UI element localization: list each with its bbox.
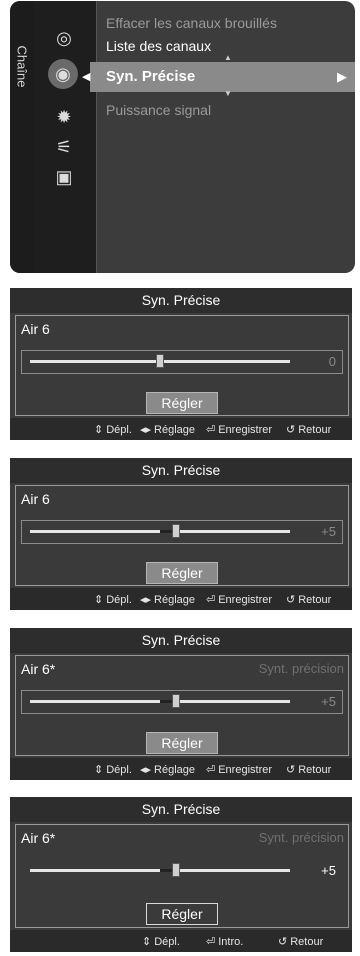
menu-item-fine-tune-label: Syn. Précise — [106, 68, 196, 85]
hint-save: ⏎ Enregistrer — [206, 764, 273, 776]
channel-name: Air 6 — [21, 491, 50, 507]
hint-back: ↺ Retour — [286, 764, 332, 776]
fine-tune-panel-1: Syn. Précise Air 6 0 Régler ⇕ Dépl. ◂▸ Rég… — [10, 288, 352, 440]
adjust-button[interactable]: Régler — [146, 903, 218, 925]
section-label: Chaîne — [14, 45, 30, 88]
channel-name: Air 6* — [21, 661, 56, 677]
hint-move: ⇕ Dépl. — [142, 936, 180, 948]
enter-icon: ⏎ — [206, 424, 216, 436]
panel-footer: ⇕ Dépl. ◂▸ Réglage ⏎ Enregistrer ↺ Retour — [10, 758, 352, 780]
hint-adjust: ◂▸ Réglage — [140, 594, 196, 606]
slider-thumb[interactable] — [172, 524, 180, 538]
slider-value: +5 — [321, 863, 336, 878]
hint-save: ⏎ Enregistrer — [206, 424, 273, 436]
slider-value: 0 — [328, 354, 336, 369]
up-down-icon: ⇕ — [94, 764, 104, 776]
panel-title: Syn. Précise — [10, 288, 352, 313]
fine-tune-slider-box[interactable]: 0 — [21, 350, 343, 374]
left-right-icon: ◂▸ — [140, 594, 152, 606]
menu-item-signal-strength[interactable]: Puissance signal — [106, 102, 211, 118]
slider-track[interactable] — [30, 524, 290, 538]
hint-back: ↺ Retour — [286, 594, 332, 606]
return-icon: ↺ — [286, 594, 296, 606]
menu-item-channel-list[interactable]: Liste des canaux — [106, 38, 211, 54]
fine-tuned-label: Synt. précision — [258, 661, 344, 676]
picture-icon[interactable]: ▣ — [51, 164, 77, 190]
fine-tune-panel-2: Syn. Précise Air 6 +5 Régler ⇕ Dépl. ◂▸ Ré… — [10, 458, 352, 610]
hint-enter: ⏎ Intro. — [206, 936, 244, 948]
return-icon: ↺ — [278, 936, 288, 948]
adjust-button[interactable]: Régler — [146, 392, 218, 414]
panel-title: Syn. Précise — [10, 797, 352, 822]
fine-tune-slider-box[interactable]: +5 — [21, 690, 343, 714]
panel-title: Syn. Précise — [10, 628, 352, 653]
enter-icon: ⏎ — [206, 936, 216, 948]
gear-icon[interactable]: ✹ — [51, 104, 77, 130]
slider-track[interactable] — [30, 863, 290, 877]
menu-item-fine-tune[interactable]: ◀ Syn. Précise ▶ — [82, 62, 355, 92]
hint-back: ↺ Retour — [286, 424, 332, 436]
enter-icon: ⏎ — [206, 764, 216, 776]
slider-thumb[interactable] — [172, 863, 180, 877]
slider-value: +5 — [321, 694, 336, 709]
caret-left-icon: ◀ — [82, 71, 91, 83]
menu-side-strip: Chaîne — [10, 1, 34, 273]
slider-value: +5 — [321, 524, 336, 539]
fine-tune-panel-3: Syn. Précise Air 6* Synt. précision +5 R… — [10, 628, 352, 780]
hint-adjust: ◂▸ Réglage — [140, 424, 196, 436]
return-icon: ↺ — [286, 424, 296, 436]
antenna-icon[interactable]: ⚟ — [51, 134, 77, 160]
slider-thumb[interactable] — [156, 354, 164, 368]
enter-icon: ⏎ — [206, 594, 216, 606]
return-icon: ↺ — [286, 764, 296, 776]
hint-move: ⇕ Dépl. — [94, 424, 132, 436]
hint-back: ↺ Retour — [278, 936, 324, 948]
hint-move: ⇕ Dépl. — [94, 594, 132, 606]
channel-menu: Chaîne ◎ ◉ ✹ ⚟ ▣ Effacer les canaux brou… — [10, 1, 355, 273]
slider-track[interactable] — [30, 694, 290, 708]
scroll-up-icon: ▲ — [224, 53, 232, 62]
panel-footer: ⇕ Dépl. ◂▸ Réglage ⏎ Enregistrer ↺ Retour — [10, 588, 352, 610]
up-down-icon: ⇕ — [94, 594, 104, 606]
panel-footer: ⇕ Dépl. ⏎ Intro. ↺ Retour — [10, 930, 352, 952]
adjust-button[interactable]: Régler — [146, 562, 218, 584]
fine-tune-panel-4: Syn. Précise Air 6* Synt. précision +5 R… — [10, 797, 352, 952]
arrow-right-icon: ▶ — [337, 69, 347, 84]
hint-adjust: ◂▸ Réglage — [140, 764, 196, 776]
channel-name: Air 6 — [21, 321, 50, 337]
slider-thumb[interactable] — [172, 694, 180, 708]
left-right-icon: ◂▸ — [140, 764, 152, 776]
up-down-icon: ⇕ — [94, 424, 104, 436]
hint-save: ⏎ Enregistrer — [206, 594, 273, 606]
panel-footer: ⇕ Dépl. ◂▸ Réglage ⏎ Enregistrer ↺ Retour — [10, 418, 352, 440]
menu-icon-column: ◎ ◉ ✹ ⚟ ▣ — [34, 1, 97, 273]
up-down-icon: ⇕ — [142, 936, 152, 948]
menu-item-clear-scrambled[interactable]: Effacer les canaux brouillés — [106, 15, 277, 31]
adjust-button[interactable]: Régler — [146, 732, 218, 754]
channel-name: Air 6* — [21, 830, 56, 846]
slider-track[interactable] — [30, 354, 290, 368]
hint-move: ⇕ Dépl. — [94, 764, 132, 776]
fine-tuned-label: Synt. précision — [258, 830, 344, 845]
panel-title: Syn. Précise — [10, 458, 352, 483]
satellite-dish-icon[interactable]: ◎ — [51, 25, 77, 51]
scroll-down-icon: ▼ — [224, 89, 232, 98]
fine-tune-slider-box[interactable]: +5 — [21, 520, 343, 544]
globe-icon[interactable]: ◉ — [48, 59, 78, 89]
fine-tune-slider-box[interactable]: +5 — [21, 859, 343, 883]
left-right-icon: ◂▸ — [140, 424, 152, 436]
